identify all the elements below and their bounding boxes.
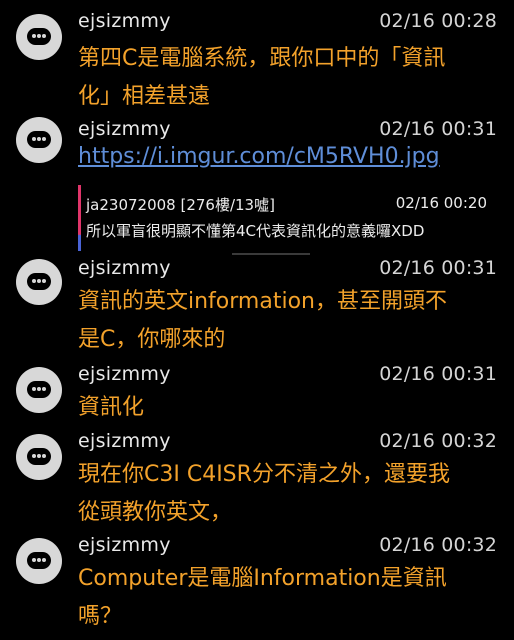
comment-text-line: 資訊化 xyxy=(78,395,145,420)
comment-username[interactable]: ejsizmmy xyxy=(78,363,171,385)
chat-bubble-icon xyxy=(27,28,51,45)
chat-bubble-icon xyxy=(27,381,51,398)
comment-text-line: 嗎？ xyxy=(78,604,123,629)
quote-text: 所以軍盲很明顯不懂第4C代表資訊化的意義囉XDD xyxy=(86,222,425,240)
avatar[interactable] xyxy=(16,434,62,480)
avatar[interactable] xyxy=(16,14,62,60)
quote-indicator-bar xyxy=(78,185,81,251)
comment-feed: ejsizmmy 02/16 00:28 第四C是電腦系統，跟你口中的「資訊 化… xyxy=(0,0,514,640)
avatar[interactable] xyxy=(16,117,62,163)
avatar[interactable] xyxy=(16,538,62,584)
quote-timestamp: 02/16 00:20 xyxy=(395,194,487,212)
comment-text-line: 從頭教你英文， xyxy=(78,500,233,525)
comment-text: 資訊化 xyxy=(78,389,503,427)
comment-timestamp: 02/16 00:32 xyxy=(379,534,497,556)
quote-username: ja23072008 [276樓/13噓] xyxy=(86,196,275,214)
divider xyxy=(232,253,310,255)
comment-timestamp: 02/16 00:31 xyxy=(379,363,497,385)
comment-text-line: 資訊的英文information，甚至開頭不 xyxy=(78,289,447,314)
chat-bubble-icon xyxy=(27,448,51,465)
chat-bubble-icon xyxy=(27,131,51,148)
comment-username[interactable]: ejsizmmy xyxy=(78,430,171,452)
comment-timestamp: 02/16 00:31 xyxy=(379,257,497,279)
avatar[interactable] xyxy=(16,259,62,305)
image-link[interactable]: https://i.imgur.com/cM5RVH0.jpg xyxy=(78,144,440,169)
comment-text: 資訊的英文information，甚至開頭不 是C，你哪來的 xyxy=(78,283,503,359)
comment-text-line: Computer是電腦Information是資訊 xyxy=(78,566,447,591)
comment-text: Computer是電腦Information是資訊 嗎？ xyxy=(78,560,503,636)
quoted-comment-preview[interactable]: ja23072008 [276樓/13噓] 02/16 00:20 所以軍盲很明… xyxy=(78,183,498,251)
comment-text-line: 第四C是電腦系統，跟你口中的「資訊 xyxy=(78,46,446,71)
comment-timestamp: 02/16 00:32 xyxy=(379,430,497,452)
comment-username[interactable]: ejsizmmy xyxy=(78,534,171,556)
comment-text-line: 是C，你哪來的 xyxy=(78,327,226,352)
comment-timestamp: 02/16 00:31 xyxy=(379,118,497,140)
comment-text-line: 化」相差甚遠 xyxy=(78,84,211,109)
chat-bubble-icon xyxy=(27,273,51,290)
chat-bubble-icon xyxy=(27,552,51,569)
comment-username[interactable]: ejsizmmy xyxy=(78,118,171,140)
avatar[interactable] xyxy=(16,367,62,413)
comment-text-line: 現在你C3I C4ISR分不清之外，還要我 xyxy=(78,462,450,487)
comment-text: 第四C是電腦系統，跟你口中的「資訊 化」相差甚遠 xyxy=(78,40,503,116)
comment-text: 現在你C3I C4ISR分不清之外，還要我 從頭教你英文， xyxy=(78,456,503,532)
comment-timestamp: 02/16 00:28 xyxy=(379,10,497,32)
comment-username[interactable]: ejsizmmy xyxy=(78,257,171,279)
comment-username[interactable]: ejsizmmy xyxy=(78,10,171,32)
